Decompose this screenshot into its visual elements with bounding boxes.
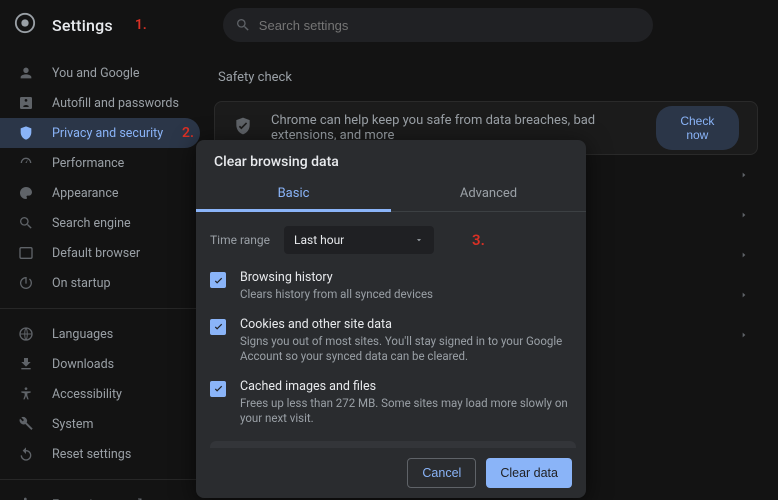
sidebar-item-label: System (52, 417, 93, 432)
checkbox-cookies[interactable] (210, 319, 226, 335)
sidebar: You and Google Autofill and passwords Pr… (0, 50, 200, 500)
sidebar-item-label: Reset settings (52, 447, 131, 462)
clear-browsing-data-dialog: Clear browsing data Basic Advanced Time … (196, 140, 586, 498)
globe-icon (18, 326, 34, 342)
page-title: Settings (52, 16, 113, 35)
power-icon (18, 275, 34, 291)
autofill-icon (18, 95, 34, 111)
cancel-button[interactable]: Cancel (407, 458, 476, 488)
sidebar-item-extensions[interactable]: Extensions (0, 490, 200, 500)
checkbox-cached[interactable] (210, 381, 226, 397)
checkbox-browsing-history[interactable] (210, 272, 226, 288)
cookies-sub: Signs you out of most sites. You'll stay… (240, 334, 574, 365)
sidebar-item-label: Search engine (52, 216, 131, 231)
annotation-1: 1. (135, 17, 147, 33)
sidebar-item-on-startup[interactable]: On startup (0, 268, 200, 298)
sidebar-item-privacy[interactable]: Privacy and security 2. (0, 118, 200, 148)
sidebar-item-label: Privacy and security (52, 126, 163, 141)
time-range-select[interactable]: Last hour (284, 226, 434, 254)
sidebar-item-label: Default browser (52, 246, 140, 261)
tab-advanced[interactable]: Advanced (391, 178, 586, 212)
browsing-history-title: Browsing history (240, 270, 433, 285)
sidebar-item-accessibility[interactable]: Accessibility (0, 379, 200, 409)
sidebar-item-label: Performance (52, 156, 124, 171)
sidebar-item-you-and-google[interactable]: You and Google (0, 58, 200, 88)
safety-check-heading: Safety check (218, 70, 758, 85)
accessibility-icon (18, 386, 34, 402)
sidebar-separator (0, 479, 200, 480)
tab-basic[interactable]: Basic (196, 178, 391, 212)
sidebar-item-label: Appearance (52, 186, 119, 201)
browser-icon (18, 245, 34, 261)
sidebar-separator (0, 308, 200, 309)
chrome-logo-icon (14, 12, 36, 38)
sidebar-item-system[interactable]: System (0, 409, 200, 439)
chevron-down-icon (414, 235, 424, 245)
google-account-info: G Search history and other forms of acti… (210, 441, 576, 448)
annotation-3: 3. (472, 231, 485, 249)
check-now-button[interactable]: Check now (656, 106, 739, 150)
sidebar-item-downloads[interactable]: Downloads (0, 349, 200, 379)
sidebar-item-default-browser[interactable]: Default browser (0, 238, 200, 268)
sidebar-item-reset[interactable]: Reset settings (0, 439, 200, 469)
person-icon (18, 65, 34, 81)
sidebar-item-label: Downloads (52, 357, 114, 372)
browsing-history-sub: Clears history from all synced devices (240, 287, 433, 303)
sidebar-item-autofill[interactable]: Autofill and passwords (0, 88, 200, 118)
speedometer-icon (18, 155, 34, 171)
sidebar-item-label: Accessibility (52, 387, 122, 402)
search-input[interactable] (259, 18, 639, 33)
sidebar-item-label: Autofill and passwords (52, 96, 179, 111)
annotation-2: 2. (182, 125, 194, 141)
sidebar-item-label: On startup (52, 276, 110, 291)
sidebar-item-search-engine[interactable]: Search engine (0, 208, 200, 238)
search-icon (235, 17, 251, 33)
search-settings[interactable] (223, 8, 653, 42)
shield-icon (18, 125, 34, 141)
sidebar-item-performance[interactable]: Performance (0, 148, 200, 178)
clear-data-button[interactable]: Clear data (486, 458, 572, 488)
verified-shield-icon (233, 116, 253, 140)
wrench-icon (18, 416, 34, 432)
cookies-title: Cookies and other site data (240, 317, 574, 332)
reset-icon (18, 446, 34, 462)
sidebar-item-label: You and Google (52, 66, 140, 81)
search-icon (18, 215, 34, 231)
download-icon (18, 356, 34, 372)
dialog-title: Clear browsing data (196, 140, 586, 178)
cached-sub: Frees up less than 272 MB. Some sites ma… (240, 396, 574, 427)
palette-icon (18, 185, 34, 201)
sidebar-item-appearance[interactable]: Appearance (0, 178, 200, 208)
sidebar-item-label: Languages (52, 327, 113, 342)
time-range-value: Last hour (294, 233, 344, 247)
time-range-label: Time range (210, 233, 270, 247)
safety-check-text: Chrome can help keep you safe from data … (271, 113, 656, 143)
cached-title: Cached images and files (240, 379, 574, 394)
sidebar-item-languages[interactable]: Languages (0, 319, 200, 349)
